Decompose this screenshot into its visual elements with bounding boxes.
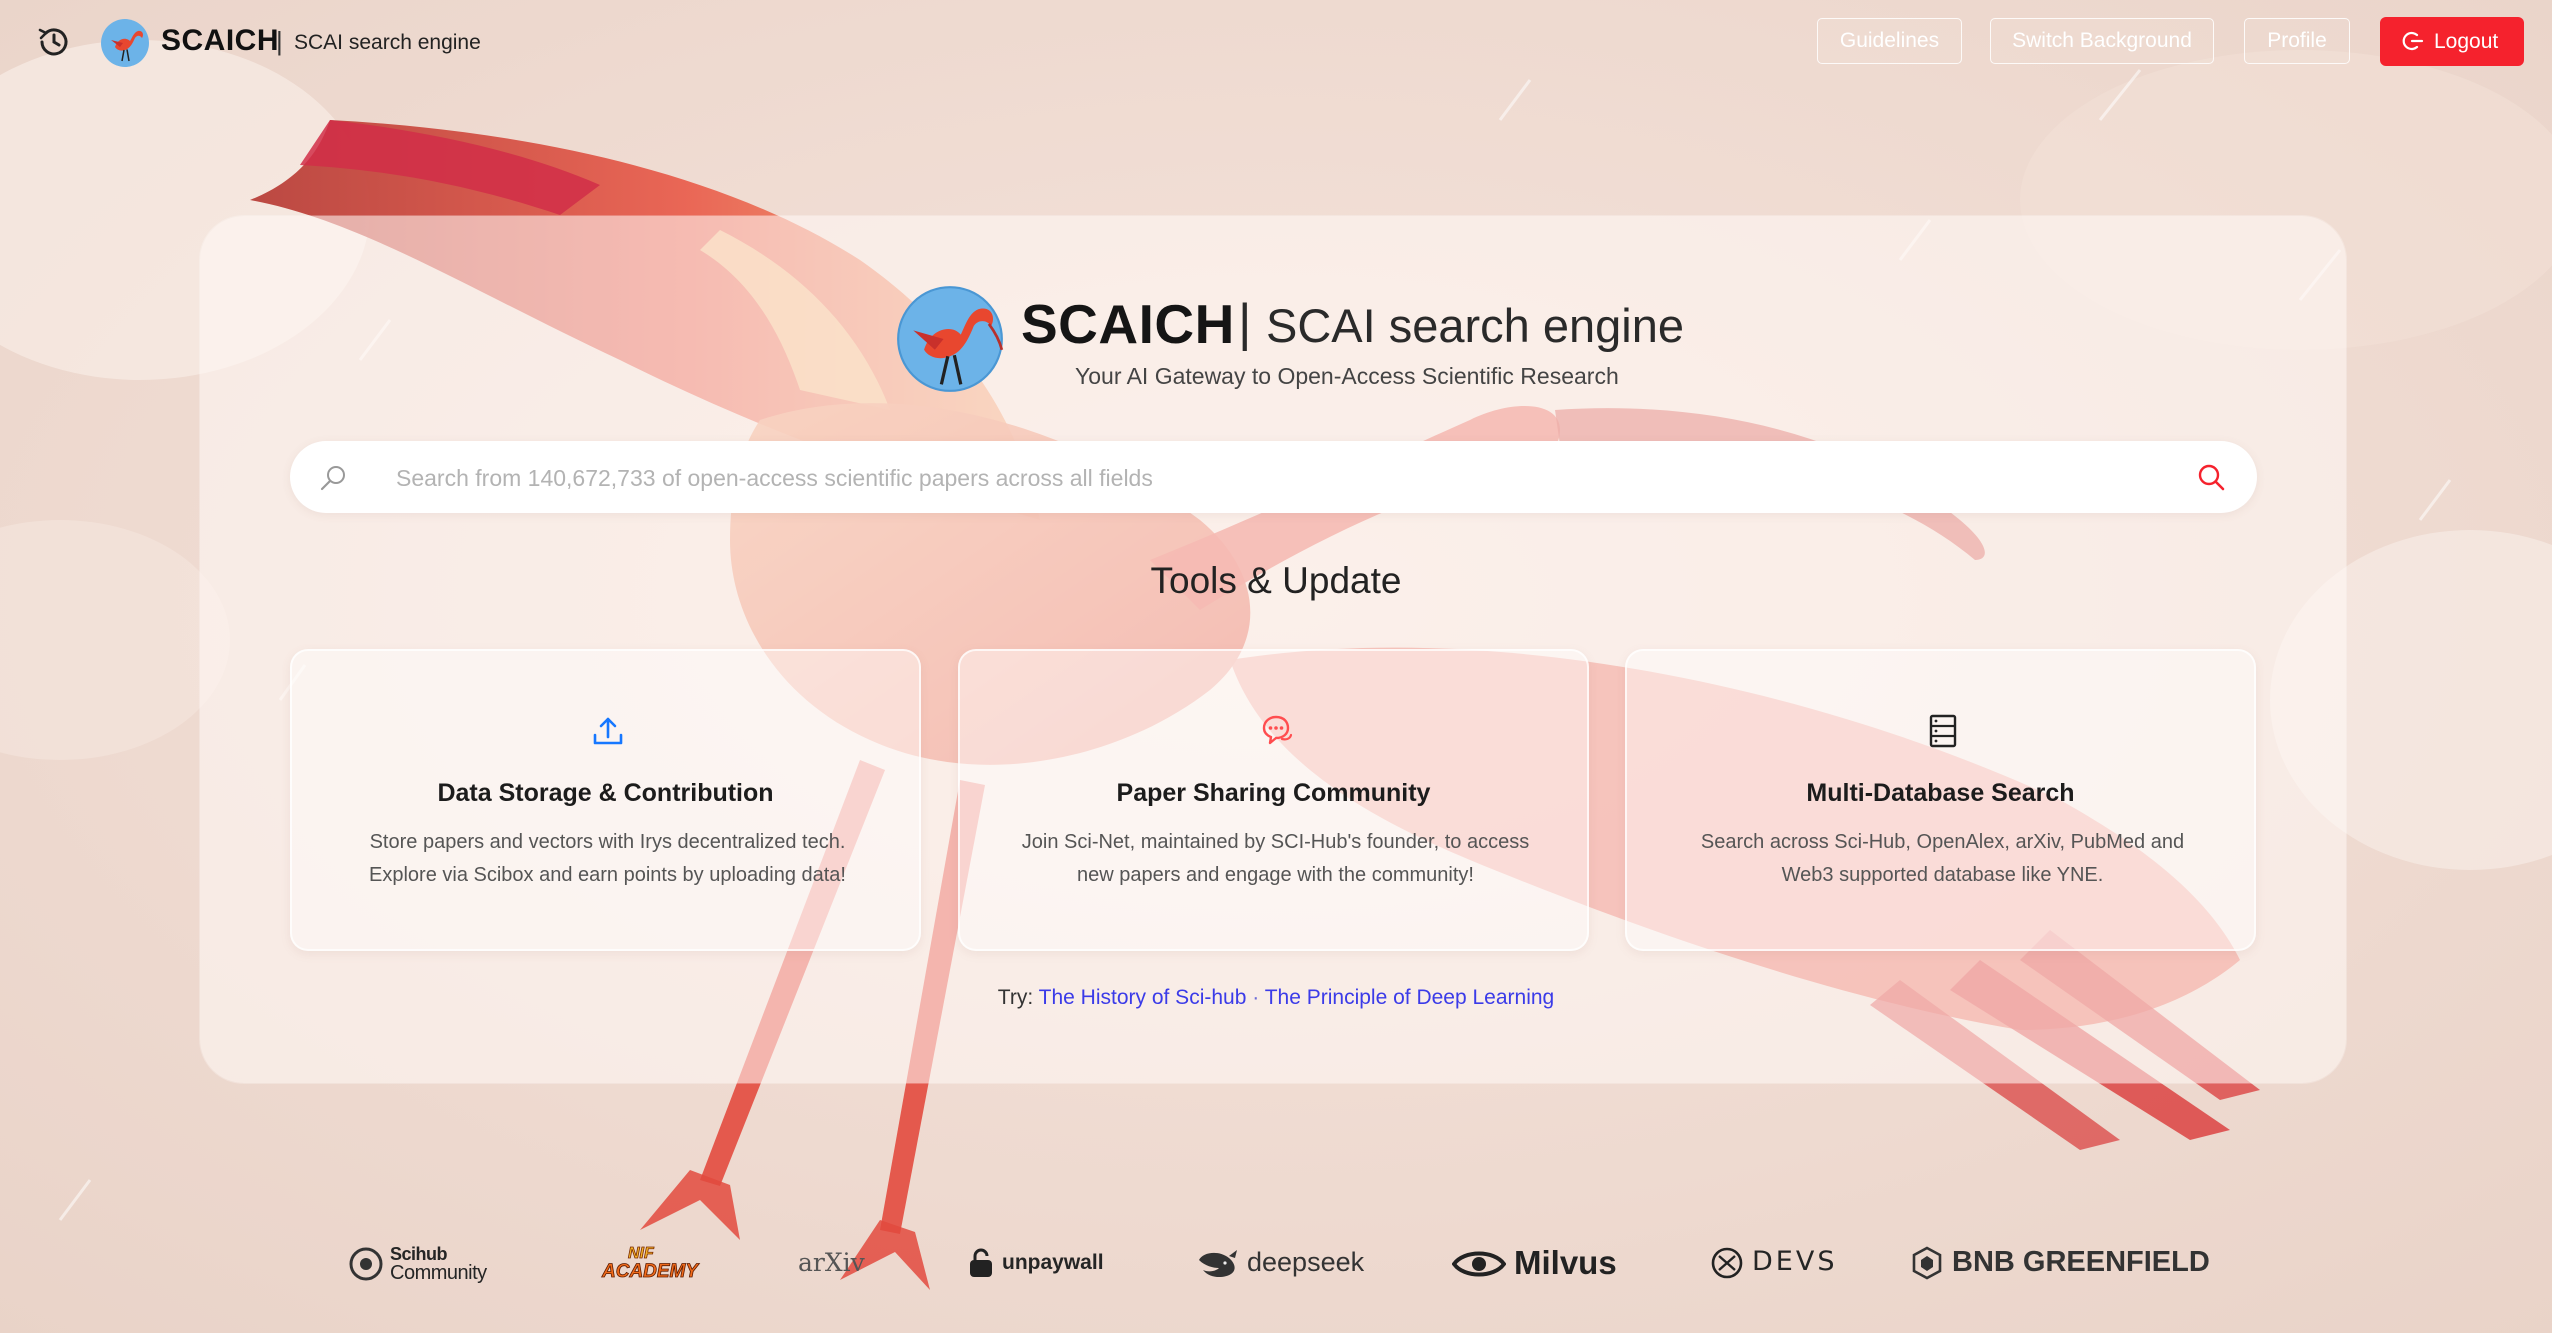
partner-bnb-greenfield[interactable]: BNB GREENFIELD xyxy=(1910,1220,2210,1310)
partner-name: Community xyxy=(390,1262,487,1284)
history-icon[interactable] xyxy=(36,24,72,60)
hero-tagline: Your AI Gateway to Open-Access Scientifi… xyxy=(1075,363,1619,389)
hero-ibis-logo-icon xyxy=(897,286,1004,392)
partner-name: DEVS xyxy=(1752,1246,1838,1277)
card-title: Data Storage & Contribution xyxy=(437,779,774,807)
partner-name: unpaywall xyxy=(1002,1251,1104,1274)
chat-bubbles-icon xyxy=(1262,715,1293,745)
brand-name: SCAICH xyxy=(161,24,280,57)
switch-background-button[interactable]: Switch Background xyxy=(1990,18,2214,64)
card-description: Search across Sci-Hub, OpenAlex, arXiv, … xyxy=(1667,826,2218,892)
logout-button[interactable]: Logout xyxy=(2380,17,2524,66)
card-desc-line: Explore via Scibox and earn points by up… xyxy=(369,864,846,886)
card-paper-sharing[interactable]: Paper Sharing Community Join Sci-Net, ma… xyxy=(958,649,1589,951)
hero-separator: | xyxy=(1238,294,1252,352)
devs-logo-icon xyxy=(1711,1247,1743,1279)
card-desc-line: Search across Sci-Hub, OpenAlex, arXiv, … xyxy=(1700,831,2185,853)
brand-separator: | xyxy=(276,26,283,56)
partner-deepseek[interactable]: deepseek xyxy=(1195,1220,1365,1310)
card-desc-line: Store papers and vectors with Irys decen… xyxy=(369,831,846,853)
partner-name: ACADEMY xyxy=(602,1261,699,1283)
database-icon xyxy=(1929,714,1957,748)
partner-name: BNB GREENFIELD xyxy=(1952,1246,2210,1278)
partner-scihub-community[interactable]: Scihub Community xyxy=(348,1220,508,1310)
scihub-community-logo-icon xyxy=(349,1247,383,1281)
card-desc-line: Join Sci-Net, maintained by SCI-Hub's fo… xyxy=(1021,831,1530,853)
search-bar xyxy=(290,441,2257,513)
partner-nif-academy[interactable]: NIF ACADEMY xyxy=(600,1220,710,1310)
card-title: Multi-Database Search xyxy=(1806,779,2075,807)
milvus-eye-icon xyxy=(1452,1251,1506,1277)
try-link-history-scihub[interactable]: The History of Sci-hub xyxy=(1039,986,1247,1009)
card-description: Join Sci-Net, maintained by SCI-Hub's fo… xyxy=(1000,826,1551,892)
brand-subtitle: SCAI search engine xyxy=(294,31,481,54)
partner-unpaywall[interactable]: unpaywall xyxy=(966,1220,1116,1310)
partner-devs[interactable]: DEVS xyxy=(1710,1220,1834,1310)
ibis-logo-icon[interactable] xyxy=(100,18,150,68)
partner-name: Milvus xyxy=(1514,1244,1617,1281)
hero-subtitle: SCAI search engine xyxy=(1266,299,1685,352)
card-desc-line: Web3 supported database like YNE. xyxy=(1781,864,2104,886)
logout-icon xyxy=(2402,31,2424,51)
logout-label: Logout xyxy=(2434,30,2499,53)
partner-arxiv[interactable]: arXiv xyxy=(798,1220,888,1310)
partner-logos: Scihub Community NIF ACADEMY arXiv unpay… xyxy=(0,1220,2552,1310)
card-multi-database[interactable]: Multi-Database Search Search across Sci-… xyxy=(1625,649,2256,951)
top-bar: SCAICH | SCAI search engine Guidelines S… xyxy=(0,0,2552,84)
search-submit-icon[interactable] xyxy=(2196,462,2226,492)
profile-button[interactable]: Profile xyxy=(2244,18,2350,64)
partner-milvus[interactable]: Milvus xyxy=(1452,1220,1624,1310)
try-link-deep-learning[interactable]: The Principle of Deep Learning xyxy=(1265,986,1555,1009)
search-icon xyxy=(320,466,345,491)
guidelines-button[interactable]: Guidelines xyxy=(1817,18,1962,64)
partner-name: deepseek xyxy=(1247,1247,1365,1277)
tools-section-title: Tools & Update xyxy=(1150,560,1402,601)
try-separator: · xyxy=(1252,986,1260,1009)
card-description: Store papers and vectors with Irys decen… xyxy=(332,826,883,892)
try-label: Try: xyxy=(997,986,1034,1009)
card-title: Paper Sharing Community xyxy=(1116,779,1431,807)
try-suggestions: Try: The History of Sci-hub · The Princi… xyxy=(0,986,2552,1010)
lock-icon xyxy=(970,1248,992,1277)
card-data-storage[interactable]: Data Storage & Contribution Store papers… xyxy=(290,649,921,951)
whale-icon xyxy=(1199,1250,1237,1278)
card-desc-line: new papers and engage with the community… xyxy=(1077,864,1474,886)
search-input[interactable] xyxy=(394,454,2138,502)
partner-name: arXiv xyxy=(798,1248,865,1277)
hero-title: SCAICH xyxy=(1021,293,1235,355)
upload-icon xyxy=(593,717,623,745)
bnb-greenfield-logo-icon xyxy=(1912,1246,1942,1280)
